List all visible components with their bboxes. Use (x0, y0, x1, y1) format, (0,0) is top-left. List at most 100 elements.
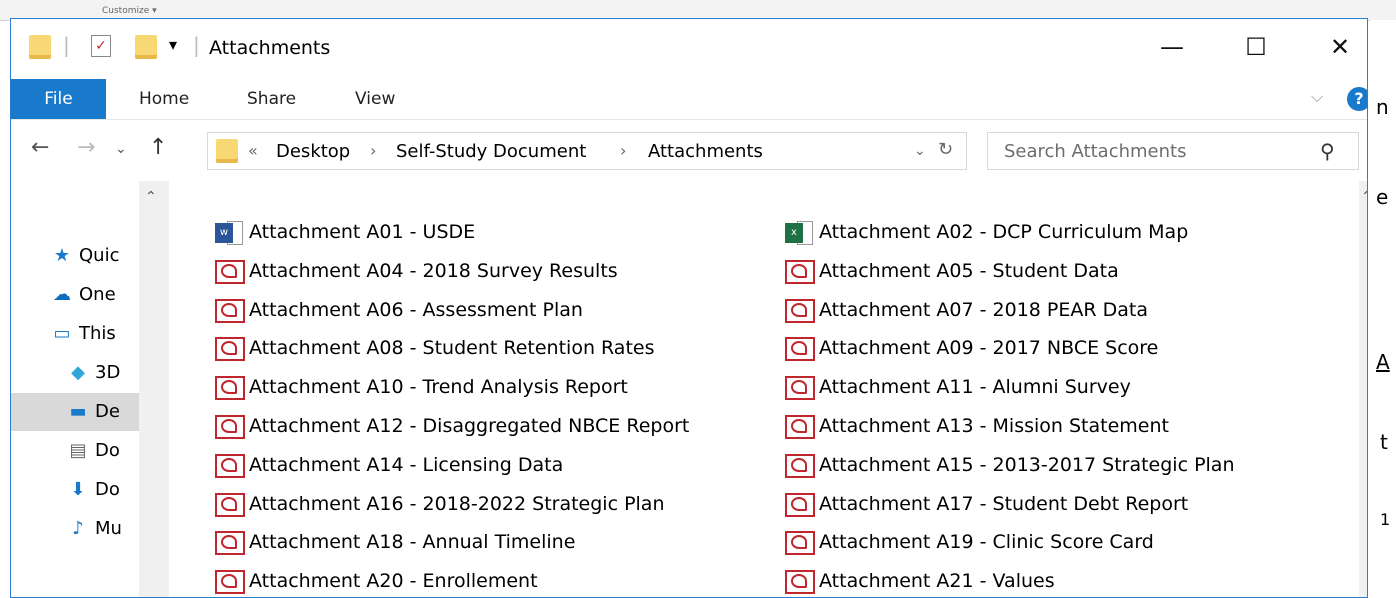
nav-scrollbar[interactable] (139, 181, 169, 597)
file-name: Attachment A05 - Student Data (819, 259, 1119, 282)
file-name: Attachment A16 - 2018-2022 Strategic Pla… (249, 492, 665, 515)
search-box[interactable]: Search Attachments ⚲ (987, 132, 1359, 170)
nav-item-quick-access[interactable]: ★ Quic (11, 237, 139, 275)
new-folder-icon[interactable] (135, 35, 157, 59)
pdf-file-icon (215, 453, 245, 478)
nav-item-documents[interactable]: ▤ Do (11, 432, 139, 470)
pdf-file-icon (215, 259, 245, 284)
navigation-pane: ★ Quic ☁ One ▭ This ◆ 3D ▬ De ▤ Do ⬇ Do … (11, 181, 171, 597)
excel-file-icon: x (785, 221, 815, 245)
music-icon: ♪ (72, 518, 84, 539)
search-icon[interactable]: ⚲ (1320, 139, 1335, 163)
ribbon-tabs: File Home Share View ⌵ ? (11, 79, 1367, 120)
pdf-file-icon (215, 415, 245, 439)
file-list: w Attachment A01 - USDE x Attachment A02 - … (171, 181, 1367, 597)
nav-item-this-pc[interactable]: ▭ This (11, 315, 139, 353)
chevron-right-icon[interactable]: › (370, 141, 376, 160)
properties-icon[interactable]: ✓ (91, 35, 111, 57)
background-char: A (1376, 350, 1390, 374)
background-char: n (1376, 95, 1389, 119)
file-name: Attachment A13 - Mission Statement (819, 415, 1169, 437)
address-bar[interactable]: « Desktop › Self-Study Document › Attach… (207, 132, 967, 170)
refresh-icon[interactable]: ↻ (938, 139, 953, 160)
file-name: Attachment A08 - Student Retention Rates (249, 337, 655, 360)
pdf-file-icon (785, 453, 815, 478)
navigation-bar: ← → ⌄ ↑ « Desktop › Self-Study Document … (11, 121, 1367, 181)
file-name: Attachment A01 - USDE (249, 221, 476, 243)
nav-item-label: This (79, 323, 116, 344)
pdf-file-icon (215, 492, 245, 517)
tab-view[interactable]: View (355, 79, 395, 119)
close-button[interactable]: ✕ (1315, 29, 1365, 65)
folder-icon (29, 35, 51, 59)
tab-home[interactable]: Home (139, 79, 189, 119)
pdf-file-icon (215, 337, 245, 362)
file-name: Attachment A06 - Assessment Plan (249, 298, 583, 321)
file-name: Attachment A14 - Licensing Data (249, 453, 564, 476)
nav-item-music[interactable]: ♪ Mu (11, 510, 139, 548)
overflow-crumb-icon[interactable]: « (248, 141, 258, 160)
chevron-right-icon[interactable]: › (620, 141, 626, 160)
document-icon: ▤ (69, 440, 87, 461)
scroll-up-icon[interactable]: ⌃ (1361, 189, 1367, 205)
file-name: Attachment A02 - DCP Curriculum Map (819, 221, 1189, 243)
recent-locations-icon[interactable]: ⌄ (115, 141, 127, 157)
nav-item-label: 3D (95, 362, 121, 383)
breadcrumb-self-study[interactable]: Self-Study Document (396, 141, 586, 162)
pdf-file-icon (215, 376, 245, 401)
scroll-up-icon[interactable]: ⌃ (145, 189, 157, 205)
cube-icon: ◆ (71, 362, 85, 383)
pdf-file-icon (785, 492, 815, 517)
breadcrumb-attachments[interactable]: Attachments (648, 141, 763, 162)
customize-quick-access-icon[interactable]: ▾ (169, 35, 177, 54)
background-char: 1 (1380, 510, 1391, 529)
separator: | (193, 33, 200, 57)
nav-item-label: De (95, 401, 120, 422)
nav-item-downloads[interactable]: ⬇ Do (11, 471, 139, 509)
file-name: Attachment A12 - Disaggregated NBCE Repo… (249, 415, 690, 437)
pdf-file-icon (785, 337, 815, 362)
tab-file[interactable]: File (11, 79, 106, 119)
file-name: Attachment A04 - 2018 Survey Results (249, 259, 618, 282)
file-name: Attachment A20 - Enrollement (249, 570, 538, 593)
nav-item-label: Do (95, 440, 120, 461)
tab-share[interactable]: Share (247, 79, 296, 119)
file-name: Attachment A21 - Values (819, 570, 1055, 593)
star-icon: ★ (53, 245, 71, 266)
folder-icon (216, 139, 238, 163)
pdf-file-icon (785, 570, 815, 595)
background-char: e (1376, 185, 1389, 209)
back-arrow-icon[interactable]: ← (31, 135, 49, 160)
file-name: Attachment A09 - 2017 NBCE Score (819, 337, 1159, 360)
desktop-icon: ▬ (69, 401, 87, 422)
background-document-edge: n e A t 1 (1370, 20, 1396, 592)
background-customize-label: Customize ▾ (102, 6, 157, 16)
nav-item-desktop[interactable]: ▬ De (11, 393, 139, 431)
background-char: t (1380, 430, 1388, 454)
nav-item-3d-objects[interactable]: ◆ 3D (11, 354, 139, 392)
computer-icon: ▭ (53, 323, 71, 344)
pdf-file-icon (785, 376, 815, 401)
help-icon[interactable]: ? (1347, 87, 1367, 111)
word-file-icon: w (215, 221, 245, 245)
nav-item-onedrive[interactable]: ☁ One (11, 276, 139, 314)
forward-arrow-icon[interactable]: → (77, 135, 95, 160)
pdf-file-icon (785, 259, 815, 284)
nav-item-label: Quic (79, 245, 120, 266)
file-name: Attachment A07 - 2018 PEAR Data (819, 298, 1148, 321)
up-arrow-icon[interactable]: ↑ (149, 135, 167, 160)
maximize-button[interactable]: ☐ (1231, 29, 1281, 65)
pdf-file-icon (785, 415, 815, 439)
minimize-button[interactable]: — (1147, 29, 1197, 65)
file-list-scrollbar[interactable] (1359, 181, 1367, 597)
nav-item-label: Do (95, 479, 120, 500)
window-title: Attachments (209, 37, 331, 59)
breadcrumb-desktop[interactable]: Desktop (276, 141, 350, 162)
address-dropdown-icon[interactable]: ⌄ (914, 143, 926, 159)
expand-ribbon-icon[interactable]: ⌵ (1311, 87, 1323, 107)
nav-item-label: Mu (95, 518, 122, 539)
explorer-window: | ✓ ▾ | Attachments — ☐ ✕ File Home Shar… (10, 18, 1368, 598)
pdf-file-icon (215, 298, 245, 323)
file-name: Attachment A17 - Student Debt Report (819, 492, 1189, 515)
pdf-file-icon (215, 570, 245, 595)
